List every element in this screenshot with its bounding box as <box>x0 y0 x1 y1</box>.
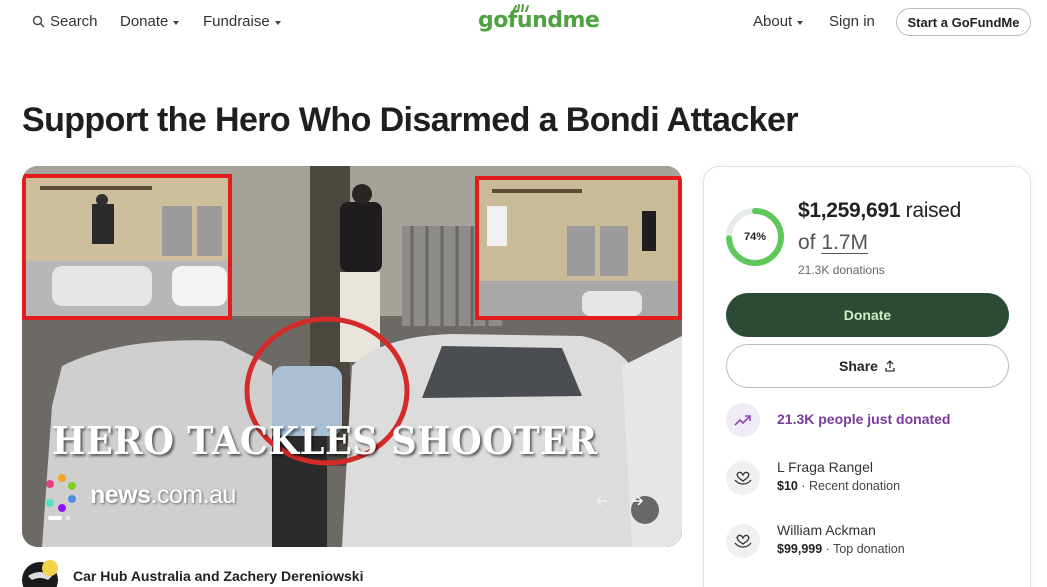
donor-list-item: William Ackman $99,999 · Top donation <box>726 522 1016 566</box>
donor-note: · Recent donation <box>801 479 901 493</box>
gofundme-logo[interactable]: gofundme <box>478 8 600 33</box>
share-icon <box>885 360 895 372</box>
donor-amount: $99,999 <box>777 542 823 556</box>
donor-amount: $10 <box>777 479 798 493</box>
donate-menu-label: Donate <box>120 13 169 30</box>
arrow-right-icon <box>632 496 643 506</box>
carousel-next-button[interactable] <box>631 496 659 524</box>
organizer-name[interactable]: Car Hub Australia and Zachery Dereniowsk… <box>73 568 363 584</box>
organizer-badge-icon <box>42 560 58 576</box>
progress-percent: 74% <box>743 231 767 243</box>
donation-count: 21.3K donations <box>798 263 885 277</box>
watermark-domain: .com.au <box>150 481 237 509</box>
arrow-left-icon <box>596 496 607 506</box>
chevron-down-icon <box>274 20 281 25</box>
donor-name: William Ackman <box>777 522 876 538</box>
heart-hand-icon <box>726 524 760 558</box>
donor-list-item: L Fraga Rangel $10 · Recent donation <box>726 459 1016 503</box>
goal-prefix: of <box>798 231 816 254</box>
donor-detail: $10 · Recent donation <box>777 479 900 493</box>
carousel-dot-active[interactable] <box>48 516 62 520</box>
heart-hand-icon <box>726 461 760 495</box>
sign-in-link[interactable]: Sign in <box>829 13 875 30</box>
sign-in-label: Sign in <box>829 13 875 30</box>
share-button[interactable]: Share <box>726 344 1009 388</box>
donation-card: 74% $1,259,691 raised of 1.7M 21.3K dona… <box>703 166 1031 587</box>
fundraise-menu-label: Fundraise <box>203 13 270 30</box>
chevron-down-icon <box>173 20 180 25</box>
page-title: Support the Hero Who Disarmed a Bondi At… <box>22 101 799 139</box>
top-nav: Search Donate Fundraise gofundme About S… <box>0 0 1047 44</box>
watermark-news: news <box>90 481 151 509</box>
raised-amount: $1,259,691 <box>798 199 901 222</box>
fundraise-menu[interactable]: Fundraise <box>203 13 281 30</box>
carousel-prev-button[interactable] <box>596 496 624 524</box>
search-icon <box>32 15 45 28</box>
donor-detail: $99,999 · Top donation <box>777 542 905 556</box>
donate-menu[interactable]: Donate <box>120 13 180 30</box>
search-label: Search <box>50 13 98 30</box>
image-caption: HERO TACKLES SHOOTER <box>52 418 598 463</box>
donor-note: · Top donation <box>825 542 905 556</box>
trending-donations-text: 21.3K people just donated <box>777 411 951 427</box>
trending-icon <box>726 403 760 437</box>
goal-amount: of 1.7M <box>798 231 868 255</box>
donate-button[interactable]: Donate <box>726 293 1009 337</box>
goal-value[interactable]: 1.7M <box>821 231 868 254</box>
chevron-down-icon <box>797 20 804 25</box>
about-menu-label: About <box>753 13 793 30</box>
news-watermark: news.com.au <box>90 481 236 510</box>
about-menu[interactable]: About <box>753 13 804 30</box>
carousel-indicators <box>48 516 70 520</box>
share-label: Share <box>839 358 878 374</box>
raised-label: raised <box>905 199 962 222</box>
search-button[interactable]: Search <box>32 13 98 30</box>
campaign-media-carousel[interactable]: HERO TACKLES SHOOTER news.com.au <box>22 166 682 547</box>
carousel-dot[interactable] <box>66 516 70 520</box>
donor-name: L Fraga Rangel <box>777 459 873 475</box>
start-gofundme-button[interactable]: Start a GoFundMe <box>896 8 1031 36</box>
amount-raised: $1,259,691 raised <box>798 199 961 223</box>
